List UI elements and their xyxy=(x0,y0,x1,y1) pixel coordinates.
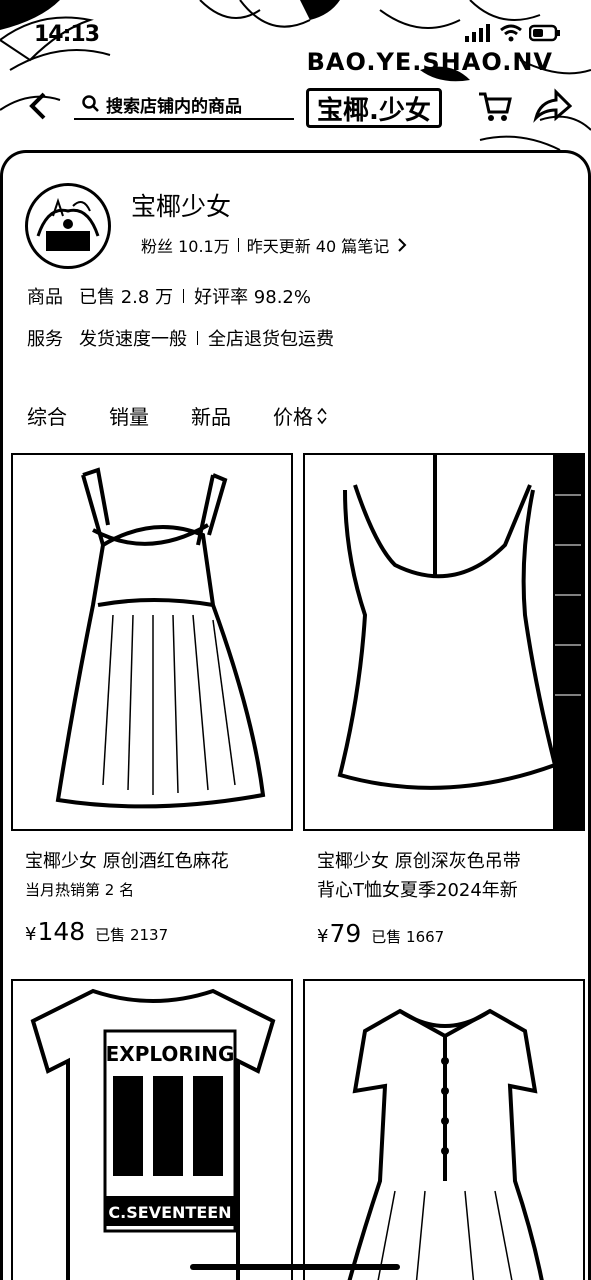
product-rank: 当月热销第 2 名 xyxy=(25,881,135,899)
shop-logo: 宝椰.少女 xyxy=(306,88,442,128)
product-title: 宝椰少女 原创深灰色吊带 xyxy=(317,851,521,872)
sort-tab-price[interactable]: 价格 xyxy=(273,401,355,430)
update-note: 昨天更新 40 篇笔记 xyxy=(246,237,390,256)
goods-sold: 已售 2.8 万 xyxy=(79,287,174,308)
status-time: 14:13 xyxy=(34,22,100,47)
cart-icon xyxy=(479,92,512,121)
product-image[interactable] xyxy=(303,453,585,831)
collared-dress-illustration xyxy=(347,1008,544,1280)
price-value: 79 xyxy=(329,919,362,948)
cart-button[interactable] xyxy=(476,88,514,126)
goods-divider xyxy=(183,289,185,303)
service-speed: 发货速度一般 xyxy=(79,329,187,350)
service-label: 服务 xyxy=(27,329,63,350)
meta-divider xyxy=(237,238,239,252)
product-title: 宝椰少女 原创酒红色麻花 xyxy=(25,851,229,872)
shop-avatar[interactable] xyxy=(25,183,111,269)
search-input[interactable]: 搜索店铺内的商品 xyxy=(74,90,294,120)
chevron-right-icon xyxy=(398,238,407,252)
sort-bar: 综合 销量 新品 价格 xyxy=(27,401,355,430)
dress-illustration xyxy=(55,467,266,809)
chevron-left-icon xyxy=(29,92,46,120)
service-info-row: 服务 发货速度一般 全店退货包运费 xyxy=(27,325,334,351)
goods-rating: 好评率 98.2% xyxy=(194,287,311,308)
signal-icon xyxy=(465,24,490,42)
graphic-tee-illustration: EXPLORING C.SEVENTEEN xyxy=(30,988,276,1280)
battery-icon xyxy=(529,24,560,42)
price-row: ¥148 已售 2137 xyxy=(11,917,293,946)
service-return: 全店退货包运费 xyxy=(208,329,334,350)
product-card[interactable]: 宝椰少女 原创深灰色吊带 背心T恤女夏季2024年新 ¥79 已售 1667 xyxy=(303,453,585,948)
tee-print-text-top: EXPLORING xyxy=(106,1042,235,1066)
price-currency: ¥ xyxy=(25,924,37,945)
goods-label: 商品 xyxy=(27,287,63,308)
home-indicator[interactable] xyxy=(190,1264,400,1270)
product-image[interactable] xyxy=(11,453,293,831)
shop-meta[interactable]: 粉丝 10.1万 昨天更新 40 篇笔记 xyxy=(141,233,407,257)
sort-tab-comprehensive[interactable]: 综合 xyxy=(27,401,109,430)
price-row: ¥79 已售 1667 xyxy=(303,919,585,948)
price-currency: ¥ xyxy=(317,926,329,947)
share-button[interactable] xyxy=(532,88,573,126)
sort-tab-sales[interactable]: 销量 xyxy=(109,401,191,430)
price-value: 148 xyxy=(37,917,86,946)
sort-arrows-icon xyxy=(317,407,327,424)
camisole-illustration xyxy=(337,455,583,829)
product-image[interactable] xyxy=(303,979,585,1280)
product-card[interactable] xyxy=(303,979,585,1280)
goods-info-row: 商品 已售 2.8 万 好评率 98.2% xyxy=(27,283,311,309)
search-icon xyxy=(82,95,99,112)
shop-header: 14:13 BAO.YE.SHAO.NV 搜索店铺内的商品 宝椰.少女 xyxy=(0,0,591,165)
product-price: ¥148 xyxy=(25,917,85,946)
product-image[interactable]: EXPLORING C.SEVENTEEN xyxy=(11,979,293,1280)
product-sold: 已售 2137 xyxy=(95,926,169,944)
search-placeholder: 搜索店铺内的商品 xyxy=(106,96,242,117)
service-divider xyxy=(197,331,198,345)
back-button[interactable] xyxy=(20,88,56,124)
product-card[interactable]: EXPLORING C.SEVENTEEN xyxy=(11,979,293,1280)
sort-tab-new[interactable]: 新品 xyxy=(191,401,273,430)
shop-card: 宝椰少女 粉丝 10.1万 昨天更新 40 篇笔记 商品 已售 2.8 万 好评… xyxy=(0,150,591,1280)
share-arrow-icon xyxy=(533,88,573,123)
shop-name: 宝椰少女 xyxy=(131,192,232,221)
status-icons xyxy=(465,24,561,42)
product-title-line2: 背心T恤女夏季2024年新 xyxy=(317,880,518,901)
sort-tab-price-label: 价格 xyxy=(273,405,313,429)
product-card[interactable]: 宝椰少女 原创酒红色麻花 当月热销第 2 名 ¥148 已售 2137 xyxy=(11,453,293,946)
follower-count: 粉丝 10.1万 xyxy=(141,237,230,256)
tee-print-text-bottom: C.SEVENTEEN xyxy=(108,1203,231,1222)
brand-title: BAO.YE.SHAO.NV xyxy=(306,48,553,76)
product-price: ¥79 xyxy=(317,919,361,948)
wifi-icon xyxy=(500,24,522,42)
avatar-illustration xyxy=(30,188,106,264)
product-sold: 已售 1667 xyxy=(371,928,445,946)
